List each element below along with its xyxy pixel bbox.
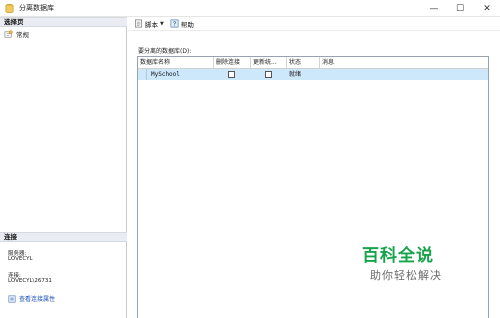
watermark-subtitle: 助你轻松解决 (370, 269, 442, 282)
title-bar: 分离数据库 — ☐ ✕ (0, 0, 500, 17)
maximize-icon: ☐ (455, 3, 465, 14)
help-button[interactable]: 帮助 (170, 19, 194, 29)
watermark-logo: 百科全说 助你轻松解决 (362, 241, 482, 283)
view-connection-properties-link[interactable]: 查看连接属性 (8, 294, 55, 303)
status-cell: 就绪 (289, 71, 302, 78)
table-row[interactable]: MySchool 就绪 (138, 69, 488, 80)
sidebar-item-label: 常规 (16, 31, 29, 39)
database-icon (5, 4, 14, 13)
close-icon: ✕ (483, 3, 491, 14)
view-connection-properties-label: 查看连接属性 (19, 296, 56, 303)
grid-caption: 要分离的数据库(D): (138, 48, 192, 55)
window-title: 分离数据库 (19, 4, 54, 12)
chevron-down-icon[interactable]: ▼ (160, 21, 164, 27)
maximize-button[interactable]: ☐ (447, 0, 473, 17)
close-button[interactable]: ✕ (474, 0, 500, 17)
connection-header: 连接 (0, 232, 127, 242)
row-selector[interactable] (138, 69, 147, 80)
toolbar: 脚本 ▼ 帮助 (128, 17, 500, 31)
column-header-database-name[interactable]: 数据库名称 (138, 57, 214, 68)
script-button[interactable]: 脚本 ▼ (134, 19, 164, 29)
minimize-icon: — (429, 3, 439, 14)
column-header-status[interactable]: 状态 (287, 57, 320, 68)
database-name-cell: MySchool (151, 71, 180, 78)
wrench-icon (4, 29, 13, 38)
watermark-title: 百科全说 (362, 246, 434, 266)
help-label: 帮助 (180, 20, 194, 29)
help-icon (170, 19, 179, 28)
script-label: 脚本 (145, 20, 158, 29)
script-icon (135, 19, 142, 28)
select-page-header: 选择页 (0, 17, 127, 27)
connection-value: LOVECYL\26731 (8, 278, 52, 284)
server-value: LOVECYL (8, 256, 33, 262)
sidebar: 选择页 常规 连接 服务器: LOVECYL 连接: LOVECYL\26731… (0, 17, 127, 318)
drop-connections-checkbox[interactable] (228, 71, 235, 78)
minimize-button[interactable]: — (421, 0, 447, 17)
update-statistics-checkbox[interactable] (265, 71, 272, 78)
column-header-drop-connections[interactable]: 删除连接 (214, 57, 251, 68)
properties-icon (8, 295, 16, 302)
column-header-update-statistics[interactable]: 更新统... (251, 57, 287, 68)
sidebar-item-general[interactable]: 常规 (4, 29, 29, 39)
column-header-message[interactable]: 消息 (320, 57, 488, 68)
message-cell (320, 69, 488, 80)
